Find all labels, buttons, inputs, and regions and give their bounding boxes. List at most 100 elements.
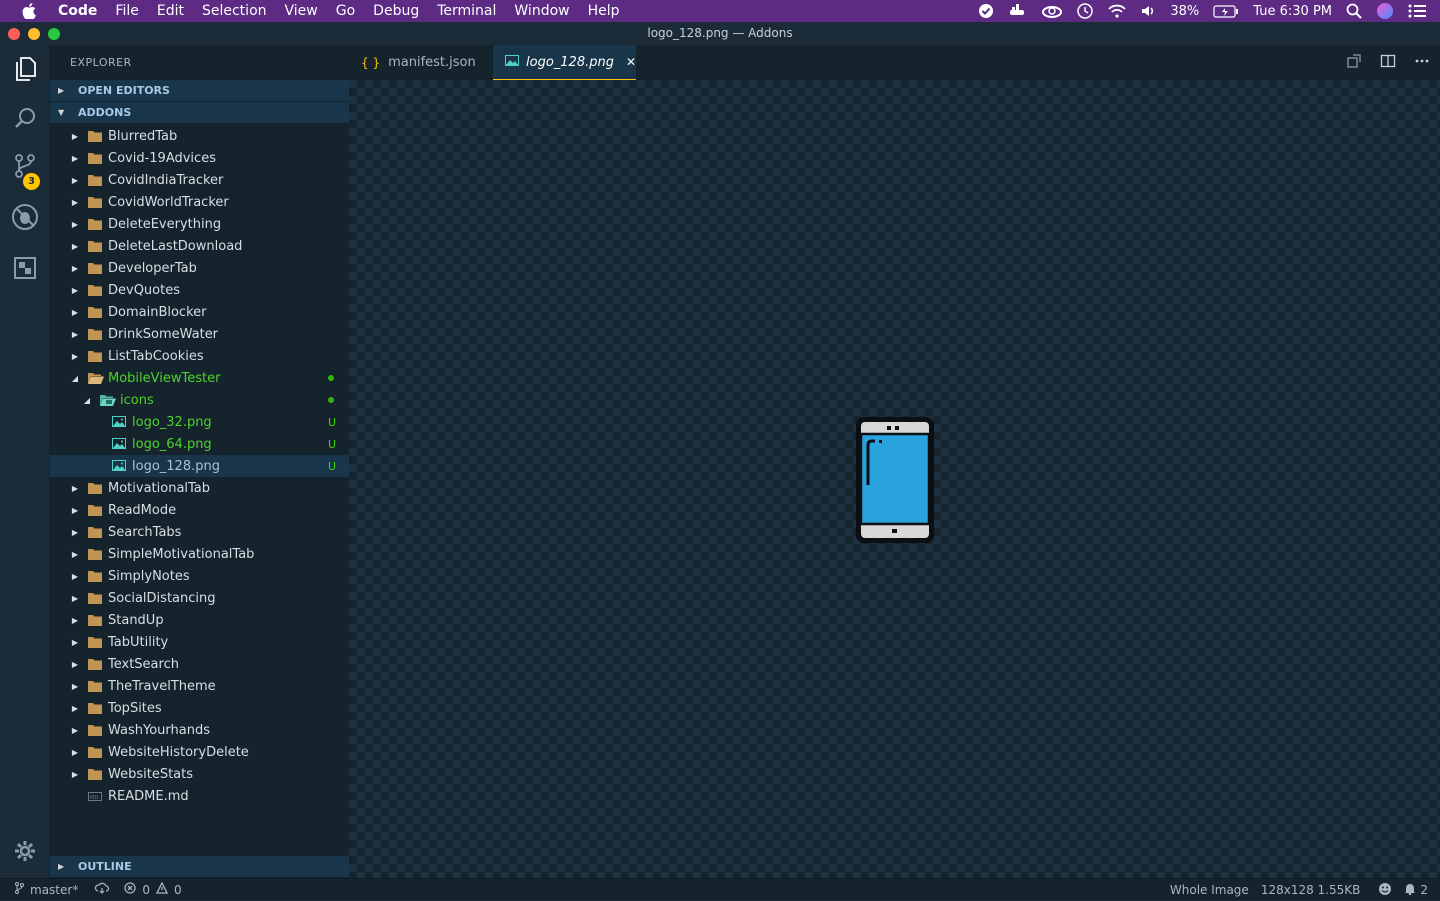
tree-folder-item[interactable]: ▶ TheTravelTheme xyxy=(50,675,349,697)
menu-window[interactable]: Window xyxy=(514,3,569,19)
tree-folder-item[interactable]: ▶ SimplyNotes xyxy=(50,565,349,587)
mobile-phone-icon[interactable] xyxy=(854,415,936,545)
tree-folder-item[interactable]: ◢ MobileViewTester xyxy=(50,367,349,389)
explorer-activity[interactable] xyxy=(0,47,50,95)
open-editors-section[interactable]: ▶ OPEN EDITORS xyxy=(50,80,349,102)
tree-folder-item[interactable]: ▶ TabUtility xyxy=(50,631,349,653)
open-changes-icon[interactable] xyxy=(1346,53,1362,73)
clock[interactable]: Tue 6:30 PM xyxy=(1253,4,1332,19)
volume-icon[interactable] xyxy=(1140,4,1156,18)
tree-folder-item[interactable]: ▶ CovidIndiaTracker xyxy=(50,169,349,191)
siri-icon[interactable] xyxy=(1376,2,1394,20)
chevron-right-icon: ▶ xyxy=(71,571,79,581)
bell-icon xyxy=(1404,882,1416,898)
tree-folder-item[interactable]: ▶ MotivationalTab xyxy=(50,477,349,499)
minimize-window-button[interactable] xyxy=(28,28,40,40)
tree-folder-item[interactable]: ▶ ReadMode xyxy=(50,499,349,521)
tree-folder-item[interactable]: ▶ DrinkSomeWater xyxy=(50,323,349,345)
split-editor-icon[interactable] xyxy=(1380,53,1396,73)
battery-icon[interactable] xyxy=(1213,4,1239,18)
menu-file[interactable]: File xyxy=(115,3,138,19)
tree-file-item[interactable]: logo_128.png U xyxy=(50,455,349,477)
menu-help[interactable]: Help xyxy=(588,3,620,19)
close-window-button[interactable] xyxy=(8,28,20,40)
menu-debug[interactable]: Debug xyxy=(373,3,419,19)
warning-count[interactable]: 0 xyxy=(174,883,182,897)
menu-app-name[interactable]: Code xyxy=(58,3,97,19)
tree-folder-item[interactable]: ▶ WashYourhands xyxy=(50,719,349,741)
apple-icon[interactable] xyxy=(18,0,40,22)
notification-center-icon[interactable] xyxy=(1408,4,1426,18)
close-tab-icon[interactable]: ✕ xyxy=(626,55,636,69)
menu-edit[interactable]: Edit xyxy=(157,3,184,19)
time-machine-icon[interactable] xyxy=(1076,2,1094,20)
folder-icon xyxy=(88,262,102,274)
manage-activity[interactable] xyxy=(0,829,50,877)
tree-item-label: ReadMode xyxy=(108,502,177,518)
error-count[interactable]: 0 xyxy=(142,883,150,897)
folder-icon xyxy=(88,526,102,538)
tree-folder-item[interactable]: ▶ TextSearch xyxy=(50,653,349,675)
tree-folder-item[interactable]: ▶ DeveloperTab xyxy=(50,257,349,279)
menu-selection[interactable]: Selection xyxy=(202,3,267,19)
chevron-right-icon: ▶ xyxy=(71,263,79,273)
tree-file-item[interactable]: logo_64.png U xyxy=(50,433,349,455)
creative-cloud-icon[interactable] xyxy=(1042,4,1063,18)
menu-view[interactable]: View xyxy=(285,3,318,19)
zoom-window-button[interactable] xyxy=(48,28,60,40)
tree-item-label: WashYourhands xyxy=(108,722,210,738)
tree-item-label: DeveloperTab xyxy=(108,260,197,276)
tab-logo-128[interactable]: logo_128.png ✕ xyxy=(493,45,636,80)
status-bar: master* 0 0 Whole Image 128x128 1.55KB 2 xyxy=(0,878,1440,900)
folder-icon xyxy=(88,636,102,648)
docker-icon[interactable] xyxy=(1008,4,1028,18)
spotlight-search-icon[interactable] xyxy=(1346,3,1362,19)
tree-folder-item[interactable]: ▶ StandUp xyxy=(50,609,349,631)
tree-folder-item[interactable]: ▶ Covid-19Advices xyxy=(50,147,349,169)
outline-section[interactable]: ▶ OUTLINE xyxy=(50,856,349,878)
image-folder-icon xyxy=(100,394,116,406)
git-branch-label[interactable]: master* xyxy=(30,883,78,897)
menu-terminal[interactable]: Terminal xyxy=(437,3,496,19)
tree-folder-item[interactable]: ▶ SimpleMotivationalTab xyxy=(50,543,349,565)
tree-folder-item[interactable]: ▶ BlurredTab xyxy=(50,125,349,147)
tree-folder-item[interactable]: ▶ ListTabCookies xyxy=(50,345,349,367)
file-tree: ▶ BlurredTab ▶ Covid-19Advices ▶ CovidIndiaTr… xyxy=(50,125,349,807)
tree-folder-item[interactable]: ▶ SearchTabs xyxy=(50,521,349,543)
folder-icon xyxy=(88,196,102,208)
tree-folder-item[interactable]: ▶ DomainBlocker xyxy=(50,301,349,323)
chevron-right-icon: ▶ xyxy=(71,351,79,361)
sync-icon[interactable] xyxy=(94,882,110,897)
warning-icon[interactable] xyxy=(155,881,169,897)
wifi-icon[interactable] xyxy=(1108,4,1127,18)
battery-percent[interactable]: 38% xyxy=(1170,4,1199,19)
search-activity[interactable] xyxy=(0,96,50,144)
tree-folder-item[interactable]: ▶ DeleteEverything xyxy=(50,213,349,235)
menu-go[interactable]: Go xyxy=(336,3,355,19)
tree-folder-item[interactable]: ▶ DevQuotes xyxy=(50,279,349,301)
tree-folder-item[interactable]: ◢ icons xyxy=(50,389,349,411)
chevron-down-icon: ▼ xyxy=(58,107,65,117)
feedback-smiley-icon[interactable] xyxy=(1378,882,1392,899)
tab-manifest-json[interactable]: { } manifest.json xyxy=(349,45,493,80)
tree-folder-item[interactable]: ▶ CovidWorldTracker xyxy=(50,191,349,213)
git-branch-icon xyxy=(14,882,24,897)
tree-file-item[interactable]: logo_32.png U xyxy=(50,411,349,433)
tree-folder-item[interactable]: ▶ SocialDistancing xyxy=(50,587,349,609)
todo-icon[interactable] xyxy=(978,3,994,19)
notifications[interactable]: 2 xyxy=(1404,882,1428,898)
debug-activity[interactable] xyxy=(0,195,50,243)
more-actions-icon[interactable] xyxy=(1414,53,1430,73)
tree-folder-item[interactable]: ▶ TopSites xyxy=(50,697,349,719)
tree-folder-item[interactable]: ▶ WebsiteHistoryDelete xyxy=(50,741,349,763)
error-icon[interactable] xyxy=(124,882,136,897)
extensions-activity[interactable] xyxy=(0,246,50,294)
image-view-mode[interactable]: Whole Image xyxy=(1170,883,1249,897)
addons-section[interactable]: ▼ ADDONS xyxy=(50,102,349,124)
image-file-icon xyxy=(112,460,126,472)
editor-tab-bar: { } manifest.json logo_128.png ✕ xyxy=(349,45,1440,80)
folder-icon xyxy=(88,768,102,780)
tree-folder-item[interactable]: ▶ WebsiteStats xyxy=(50,763,349,785)
tree-folder-item[interactable]: ▶ DeleteLastDownload xyxy=(50,235,349,257)
tree-file-item[interactable]: MD README.md xyxy=(50,785,349,807)
